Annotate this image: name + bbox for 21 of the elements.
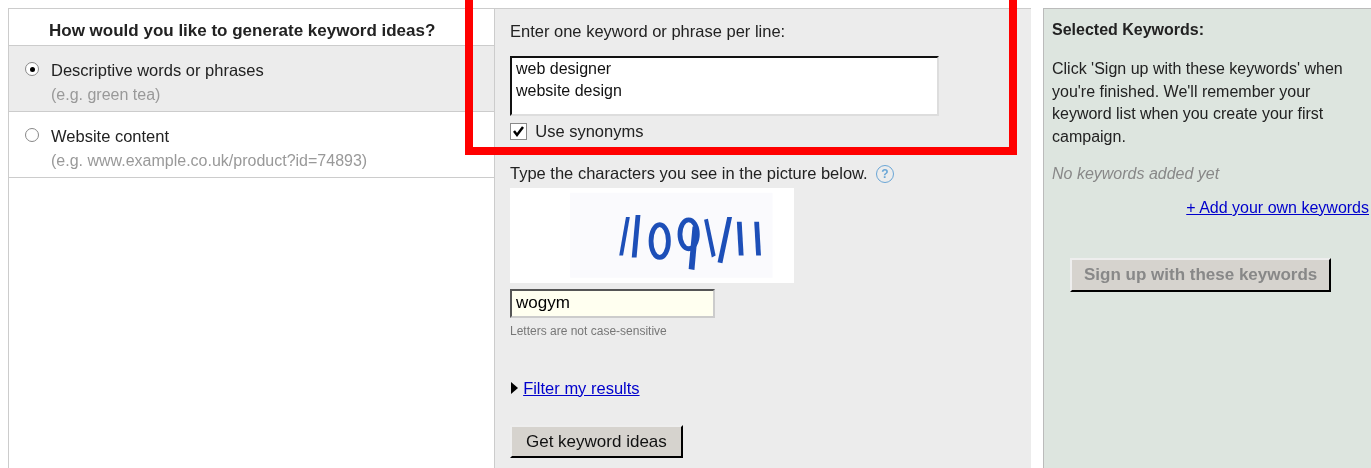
radio-button[interactable] [25,128,39,142]
checkbox-label[interactable]: Use synonyms [535,118,644,144]
radio-button[interactable] [25,62,39,76]
field-hint: Letters are not case-sensitive [510,322,667,340]
field-label: Enter one keyword or phrase per line: [510,21,786,42]
option-example: (e.g. green tea) [51,84,162,105]
filter-link[interactable]: Filter my results [523,375,640,401]
get-ideas-button[interactable]: Get keyword ideas [510,424,683,458]
panel-heading: How would you like to generate keyword ideas? [9,8,494,46]
captcha-field[interactable]: wogym [510,288,715,318]
panel-heading: Selected Keywords: [1052,20,1206,40]
option-label[interactable]: Website content [51,124,368,149]
keywords-field[interactable]: web designer website design [510,55,939,116]
expand-triangle-icon[interactable] [510,382,519,395]
add-keywords-link[interactable]: + Add your own keywords [1186,199,1369,216]
captcha-prompt: Type the characters you see in the picture below. [510,163,868,185]
option-label[interactable]: Descriptive words or phrases [51,58,264,83]
option-example: (e.g. www.example.co.uk/product?id=74893) [51,150,368,171]
empty-message: No keywords added yet [1052,164,1221,184]
checkbox[interactable] [510,122,527,140]
instructions-text: Click 'Sign up with these keywords' when you're finished. We'll remember your keyword list when you create your first campaign. [1052,59,1344,147]
